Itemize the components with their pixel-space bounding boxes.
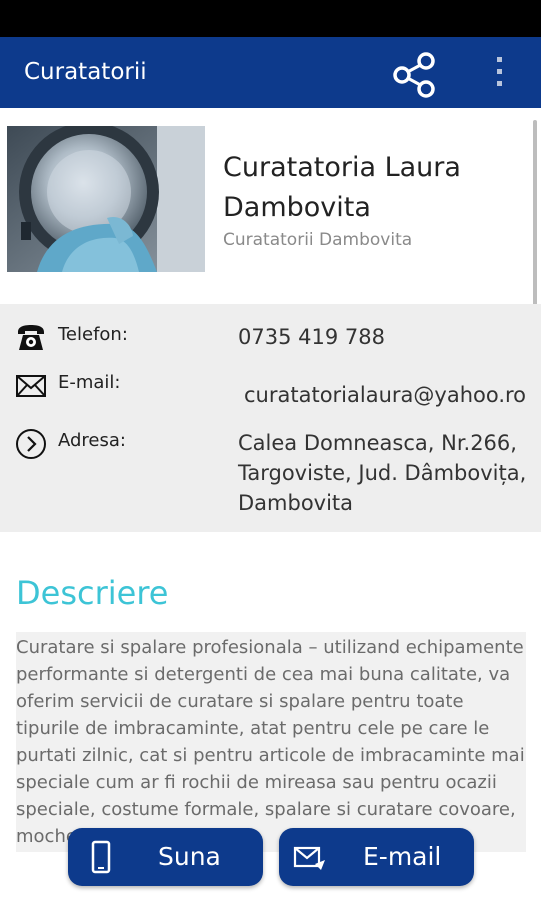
mail-icon [16, 375, 46, 397]
phone-icon [18, 325, 44, 350]
share-icon [393, 52, 435, 98]
description-body: Curatare si spalare profesionala – utili… [16, 632, 526, 852]
address-value[interactable]: Calea Domneasca, Nr.266, Targoviste, Jud… [238, 428, 528, 518]
mail-send-icon [293, 846, 325, 870]
overflow-menu-button[interactable] [486, 51, 514, 95]
app-bar: Curatatorii [0, 37, 541, 108]
email-label: E-mail: [58, 372, 121, 393]
share-button[interactable] [388, 49, 442, 99]
email-button[interactable]: E-mail [279, 828, 474, 886]
status-bar [0, 0, 541, 37]
call-button-label: Suna [158, 842, 221, 871]
phone-icon [91, 840, 111, 874]
phone-label: Telefon: [58, 324, 128, 345]
contact-info-panel: Telefon: 0735 419 788 E-mail: curatatori… [0, 304, 541, 532]
details-scroll[interactable]: Curatatoria Laura Dambovita Curatatorii … [0, 108, 541, 900]
phone-value[interactable]: 0735 419 788 [238, 322, 385, 352]
email-button-label: E-mail [363, 842, 442, 871]
email-value[interactable]: curatatorialaura@yahoo.ro [244, 380, 526, 410]
chevron-right-circle-icon [16, 429, 46, 459]
overflow-menu-icon [497, 57, 502, 86]
call-button[interactable]: Suna [68, 828, 263, 886]
business-photo [7, 126, 205, 272]
app-bar-title: Curatatorii [24, 59, 147, 85]
business-category: Curatatorii Dambovita [223, 230, 413, 250]
address-label: Adresa: [58, 430, 126, 451]
business-name: Curatatoria Laura Dambovita [223, 152, 461, 223]
business-header: Curatatoria Laura Dambovita Curatatorii … [0, 108, 541, 304]
description-title: Descriere [16, 574, 169, 612]
